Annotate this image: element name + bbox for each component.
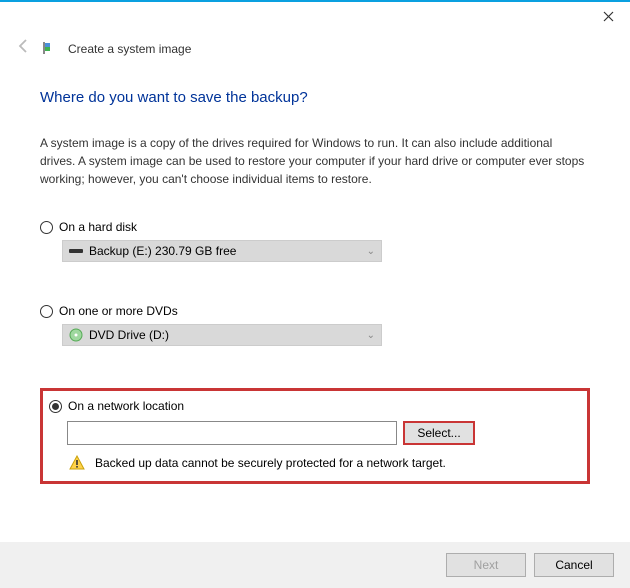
option-dvd: On one or more DVDs DVD Drive (D:) ⌄ xyxy=(40,304,590,346)
radio-label-network: On a network location xyxy=(68,399,184,413)
option-network-highlight: On a network location Select... Backed u… xyxy=(40,388,590,484)
chevron-down-icon: ⌄ xyxy=(367,330,375,341)
radio-label-dvd: On one or more DVDs xyxy=(59,304,178,318)
radio-icon xyxy=(40,305,53,318)
option-hard-disk: On a hard disk Backup (E:) 230.79 GB fre… xyxy=(40,220,590,262)
drive-icon xyxy=(69,246,83,256)
radio-icon xyxy=(40,221,53,234)
select-button[interactable]: Select... xyxy=(403,421,475,445)
footer: Next Cancel xyxy=(0,542,630,588)
radio-icon xyxy=(49,400,62,413)
hard-disk-selected: Backup (E:) 230.79 GB free xyxy=(89,244,367,258)
chevron-down-icon: ⌄ xyxy=(367,246,375,257)
description-text: A system image is a copy of the drives r… xyxy=(40,134,590,188)
close-icon xyxy=(603,11,614,22)
page-title: Create a system image xyxy=(68,42,191,56)
dvd-dropdown[interactable]: DVD Drive (D:) ⌄ xyxy=(62,324,382,346)
warning-icon xyxy=(69,455,85,471)
radio-label-hard-disk: On a hard disk xyxy=(59,220,137,234)
close-button[interactable] xyxy=(586,2,630,30)
back-arrow-icon xyxy=(16,38,34,59)
header-row: Create a system image xyxy=(0,30,630,59)
main-heading: Where do you want to save the backup? xyxy=(40,89,590,106)
hard-disk-dropdown[interactable]: Backup (E:) 230.79 GB free ⌄ xyxy=(62,240,382,262)
dvd-selected: DVD Drive (D:) xyxy=(89,328,367,342)
disc-icon xyxy=(69,328,83,342)
content-area: Where do you want to save the backup? A … xyxy=(0,59,630,484)
radio-dvd[interactable]: On one or more DVDs xyxy=(40,304,590,318)
network-path-row: Select... xyxy=(67,421,577,445)
cancel-button[interactable]: Cancel xyxy=(534,553,614,577)
system-image-icon xyxy=(42,40,60,58)
radio-network[interactable]: On a network location xyxy=(49,399,577,413)
next-button[interactable]: Next xyxy=(446,553,526,577)
titlebar xyxy=(0,0,630,30)
network-warning-text: Backed up data cannot be securely protec… xyxy=(95,456,446,470)
network-warning-row: Backed up data cannot be securely protec… xyxy=(69,455,577,471)
network-path-input[interactable] xyxy=(67,421,397,445)
radio-hard-disk[interactable]: On a hard disk xyxy=(40,220,590,234)
